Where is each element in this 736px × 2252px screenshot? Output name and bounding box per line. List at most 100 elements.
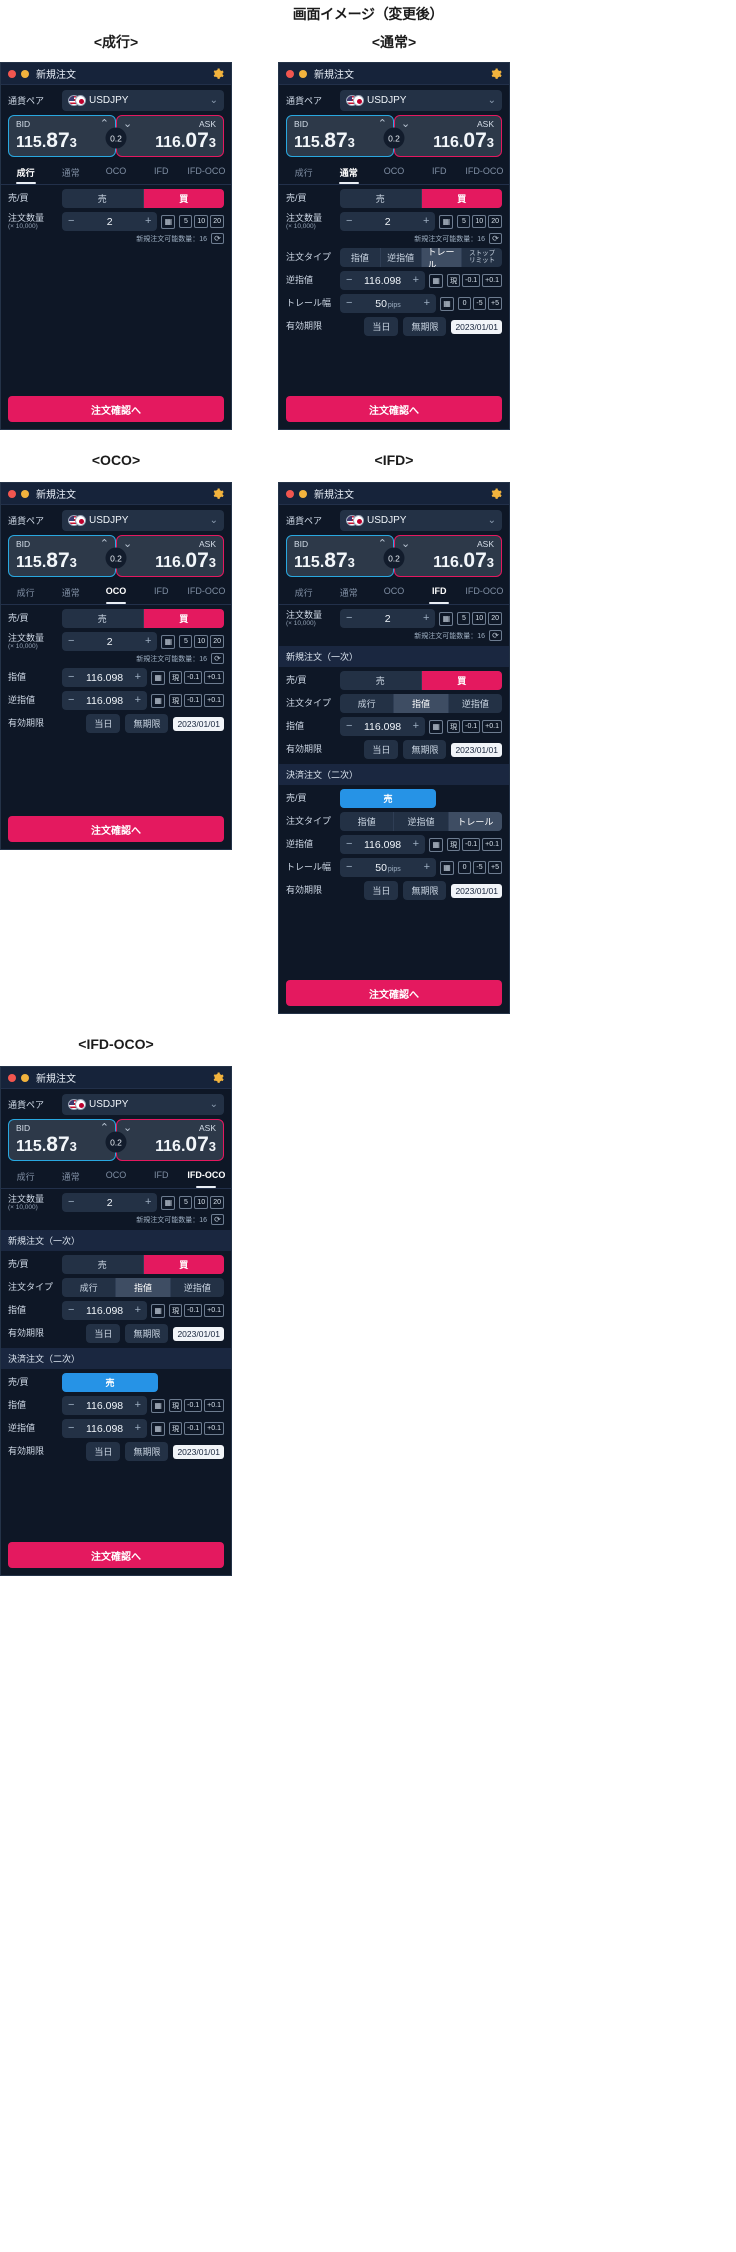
quantity-preset-10[interactable]: 10	[472, 215, 487, 228]
stop-price-stepper[interactable]: − 116.098 +	[62, 691, 148, 710]
tab-oco[interactable]: OCO	[93, 1165, 138, 1188]
gear-icon[interactable]	[490, 68, 502, 80]
expiry-date-field[interactable]: 2023/01/01	[451, 319, 502, 334]
side-sell-option[interactable]: 売	[340, 189, 422, 208]
calculator-icon[interactable]: ▦	[429, 837, 444, 852]
tab-oco[interactable]: OCO	[371, 161, 416, 184]
calculator-icon[interactable]: ▦	[429, 273, 444, 288]
price-preset-plus[interactable]: +0.1	[204, 694, 224, 707]
price-preset-minus[interactable]: -0.1	[184, 694, 203, 707]
price-now-button[interactable]: 現	[169, 671, 183, 684]
quantity-preset-20[interactable]: 20	[210, 635, 224, 648]
quantity-plus-button[interactable]: +	[145, 216, 151, 227]
limit-plus-button[interactable]: +	[413, 721, 419, 732]
order-type-stop[interactable]: 逆指値	[381, 248, 422, 267]
quantity-value[interactable]: 2	[352, 216, 423, 228]
tab-normal[interactable]: 通常	[326, 581, 371, 604]
tab-market[interactable]: 成行	[3, 161, 48, 184]
price-now-button[interactable]: 現	[169, 1304, 183, 1317]
close-order-type-limit[interactable]: 指値	[340, 812, 395, 831]
price-now-button[interactable]: 現	[447, 838, 461, 851]
close-stop-price-stepper[interactable]: − 116.098 +	[340, 835, 426, 854]
limit-price-value[interactable]: 116.098	[74, 672, 134, 684]
reload-icon[interactable]: ⟳	[489, 233, 502, 244]
ask-quote[interactable]: ASK ⌄ 116.073	[394, 535, 502, 577]
expiry-date-field[interactable]: 2023/01/01	[173, 716, 224, 731]
price-preset-plus[interactable]: +0.1	[482, 720, 502, 733]
tab-ifd[interactable]: IFD	[417, 161, 462, 184]
currency-pair-select[interactable]: USDJPY ⌄	[62, 90, 224, 111]
close-trail-plus-button[interactable]: +	[424, 862, 430, 873]
submit-button[interactable]: 注文確認へ	[286, 396, 502, 422]
stop-price-value[interactable]: 116.098	[352, 275, 412, 287]
calculator-icon[interactable]: ▦	[161, 634, 176, 649]
expiry-none-button[interactable]: 無期限	[403, 740, 447, 759]
quantity-preset-10[interactable]: 10	[194, 635, 209, 648]
tab-normal[interactable]: 通常	[48, 1165, 93, 1188]
tab-oco[interactable]: OCO	[371, 581, 416, 604]
calculator-icon[interactable]: ▦	[151, 1303, 166, 1318]
quantity-plus-button[interactable]: +	[423, 216, 429, 227]
side-toggle[interactable]: 売 買	[340, 671, 502, 690]
price-preset-minus[interactable]: -0.1	[184, 671, 203, 684]
expiry-today-button[interactable]: 当日	[86, 1442, 121, 1461]
stop-price-stepper[interactable]: − 116.098 +	[340, 271, 426, 290]
bid-quote[interactable]: BID ⌃ 115.873	[8, 1119, 116, 1161]
side-sell-option[interactable]: 売	[62, 1255, 144, 1274]
expiry-none-button[interactable]: 無期限	[125, 714, 169, 733]
side-toggle[interactable]: 売 買	[62, 609, 224, 628]
minimize-icon[interactable]	[21, 1073, 29, 1082]
close-icon[interactable]	[8, 489, 16, 498]
price-now-button[interactable]: 現	[169, 1399, 183, 1412]
currency-pair-select[interactable]: USDJPY ⌄	[62, 1094, 224, 1115]
calculator-icon[interactable]: ▦	[439, 611, 454, 626]
submit-button[interactable]: 注文確認へ	[286, 980, 502, 1006]
side-buy-option[interactable]: 買	[143, 609, 224, 628]
order-type-toggle[interactable]: 成行 指値 逆指値	[62, 1278, 224, 1297]
tab-ifd-oco[interactable]: IFD-OCO	[462, 581, 507, 604]
quantity-preset-20[interactable]: 20	[210, 215, 224, 228]
order-type-stop[interactable]: 逆指値	[171, 1278, 224, 1297]
tab-ifd-oco[interactable]: IFD-OCO	[462, 161, 507, 184]
side-buy-option[interactable]: 買	[421, 671, 502, 690]
expiry-none-button[interactable]: 無期限	[125, 1442, 169, 1461]
tab-market[interactable]: 成行	[3, 1165, 48, 1188]
quantity-value[interactable]: 2	[74, 216, 145, 228]
tab-ifd[interactable]: IFD	[139, 161, 184, 184]
expiry-today-button[interactable]: 当日	[86, 1324, 121, 1343]
close-side-sell-option[interactable]: 売	[340, 789, 436, 808]
quantity-preset-5[interactable]: 5	[179, 635, 193, 648]
stop-price-value[interactable]: 116.098	[74, 695, 134, 707]
close-stop-plus-button[interactable]: +	[413, 839, 419, 850]
price-now-button[interactable]: 現	[447, 720, 461, 733]
trail-preset-p5[interactable]: +5	[488, 861, 502, 874]
trail-preset-p5[interactable]: +5	[488, 297, 502, 310]
trail-value[interactable]: 50pips	[352, 298, 423, 310]
minimize-icon[interactable]	[21, 69, 29, 78]
quantity-value[interactable]: 2	[74, 636, 145, 648]
tab-market[interactable]: 成行	[281, 581, 326, 604]
reload-icon[interactable]: ⟳	[489, 630, 502, 641]
quantity-stepper[interactable]: − 2 +	[62, 632, 158, 651]
order-type-toggle[interactable]: 指値 逆指値 トレール ストップ リミット	[340, 248, 502, 267]
order-type-market[interactable]: 成行	[62, 1278, 117, 1297]
limit-price-value[interactable]: 116.098	[352, 721, 412, 733]
order-type-toggle[interactable]: 成行 指値 逆指値	[340, 694, 502, 713]
side-buy-option[interactable]: 買	[143, 1255, 224, 1274]
trail-preset-0[interactable]: 0	[458, 861, 472, 874]
close-stop-price-value[interactable]: 116.098	[352, 839, 412, 851]
reload-icon[interactable]: ⟳	[211, 653, 224, 664]
currency-pair-select[interactable]: USDJPY ⌄	[340, 90, 502, 111]
expiry-today-button[interactable]: 当日	[86, 714, 121, 733]
tab-normal[interactable]: 通常	[48, 581, 93, 604]
tab-market[interactable]: 成行	[3, 581, 48, 604]
price-preset-plus[interactable]: +0.1	[204, 1399, 224, 1412]
limit-price-stepper[interactable]: − 116.098 +	[340, 717, 426, 736]
tab-ifd[interactable]: IFD	[417, 581, 462, 604]
close-stop-price-value[interactable]: 116.098	[74, 1423, 134, 1435]
close-icon[interactable]	[286, 69, 294, 78]
price-preset-minus[interactable]: -0.1	[462, 838, 481, 851]
tab-ifd-oco[interactable]: IFD-OCO	[184, 1165, 229, 1188]
trail-preset-m5[interactable]: -5	[473, 297, 487, 310]
expiry-date-field[interactable]: 2023/01/01	[451, 883, 502, 898]
